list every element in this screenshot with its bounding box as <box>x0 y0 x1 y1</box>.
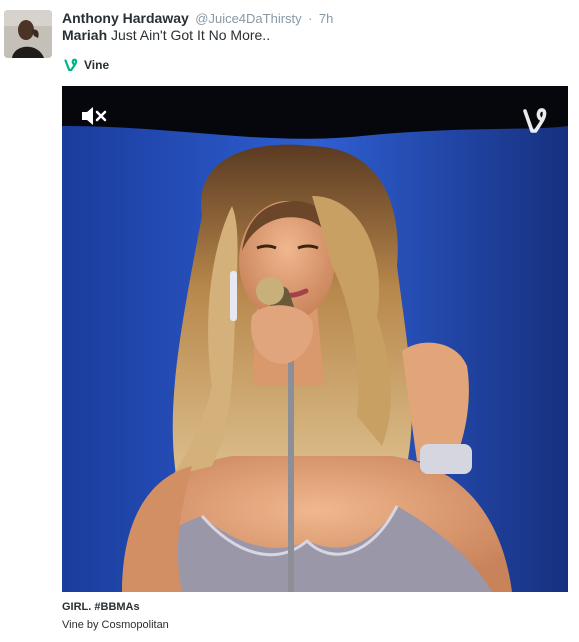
author-handle[interactable]: @Juice4DaThirsty <box>195 11 301 26</box>
author-name[interactable]: Anthony Hardaway <box>62 10 189 26</box>
card-source-label: Vine <box>84 58 110 72</box>
tweet-text: Mariah Just Ain't Got It No More.. <box>62 27 270 43</box>
card-caption[interactable]: GIRL. #BBMAs <box>62 601 140 613</box>
avatar-image <box>4 10 52 58</box>
card-source[interactable]: Vine <box>64 56 109 74</box>
avatar[interactable] <box>4 10 52 58</box>
separator-dot: · <box>308 11 313 26</box>
tweet-header: Anthony Hardaway @Juice4DaThirsty · 7h <box>62 10 571 28</box>
vine-logo-icon <box>64 58 78 72</box>
card-byline[interactable]: Vine by Cosmopolitan <box>62 619 169 631</box>
vine-watermark-icon <box>523 108 547 133</box>
muted-speaker-icon[interactable] <box>80 104 110 128</box>
tweet-text-bold: Mariah <box>62 27 108 43</box>
tweet-text-rest: Just Ain't Got It No More.. <box>107 27 271 43</box>
video-frame <box>62 86 568 592</box>
vine-video-player[interactable] <box>62 86 568 592</box>
tweet-timestamp[interactable]: 7h <box>319 11 333 26</box>
